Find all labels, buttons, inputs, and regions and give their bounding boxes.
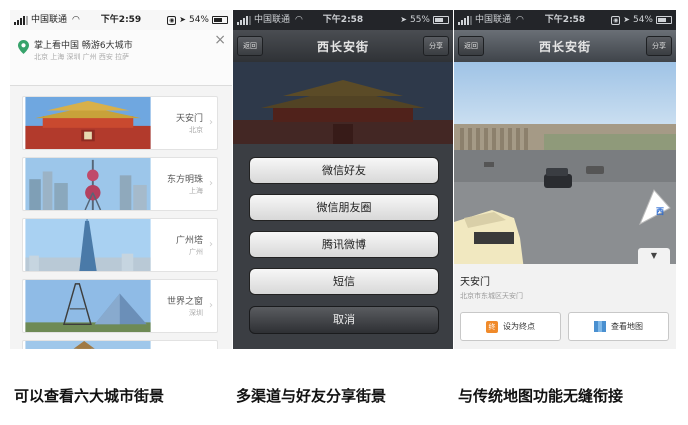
close-icon[interactable]: × xyxy=(214,32,226,48)
nav-title: 西长安街 xyxy=(538,39,591,54)
share-wechat-friends-button[interactable]: 微信好友 xyxy=(249,157,439,184)
compass-label: 西 xyxy=(656,207,664,216)
battery-icon xyxy=(656,16,672,24)
city-card-oriental-pearl[interactable]: 东方明珠 上海 › xyxy=(22,157,218,211)
compass-direction-icon[interactable]: 西 xyxy=(636,188,672,228)
caption-map-integration: 与传统地图功能无缝衔接 xyxy=(458,387,624,405)
set-endpoint-label: 设为终点 xyxy=(503,322,535,331)
carrier-label: 中国联通 xyxy=(254,15,291,25)
back-button[interactable]: 返回 xyxy=(458,36,484,56)
nav-bar: 返回 西长安街 分享 xyxy=(233,30,453,62)
signal-icon xyxy=(458,15,472,25)
share-button[interactable]: 分享 xyxy=(423,36,449,56)
set-endpoint-button[interactable]: 终 设为终点 xyxy=(460,312,561,341)
wifi-icon: ◠ xyxy=(516,15,524,25)
wifi-icon: ◠ xyxy=(72,15,80,25)
map-icon xyxy=(594,321,606,332)
nav-bar: 返回 西长安街 分享 xyxy=(454,30,676,62)
city-card-name: 世界之窗 xyxy=(166,297,203,307)
carrier-label: 中国联通 xyxy=(31,15,68,25)
signal-icon xyxy=(14,15,28,25)
window-of-world-thumbnail xyxy=(25,280,151,332)
share-wechat-moments-button[interactable]: 微信朋友圈 xyxy=(249,194,439,221)
caption-share-streetview: 多渠道与好友分享街景 xyxy=(236,387,387,405)
city-card-name: 广州塔 xyxy=(175,236,203,246)
cancel-button[interactable]: 取消 xyxy=(249,306,439,334)
chevron-right-icon: › xyxy=(209,117,213,128)
status-bar: 中国联通 ◠ 下午2:58 ➤ 55% xyxy=(233,10,453,30)
status-time: 下午2:58 xyxy=(322,15,364,25)
share-tencent-weibo-button[interactable]: 腾讯微博 xyxy=(249,231,439,258)
screen-record-icon: ◉ xyxy=(611,15,621,25)
endpoint-icon: 终 xyxy=(486,320,498,333)
city-thumbnail-partial xyxy=(25,341,151,349)
city-card-canton-tower[interactable]: 广州塔 广州 › xyxy=(22,218,218,272)
canton-tower-thumbnail xyxy=(25,219,151,271)
city-card-tiananmen[interactable]: 天安门 北京 › xyxy=(22,96,218,150)
battery-percent: 55% xyxy=(409,15,430,25)
location-icon: ➤ xyxy=(179,15,186,24)
location-icon: ➤ xyxy=(400,15,407,24)
header-title: 掌上看中国 畅游6大城市 xyxy=(34,41,133,51)
screen-record-icon: ◉ xyxy=(167,15,177,25)
city-card-city: 北京 xyxy=(189,126,203,134)
battery-icon xyxy=(433,16,449,24)
view-map-label: 查看地图 xyxy=(611,322,643,331)
status-bar: 中国联通 ◠ 下午2:58 ◉ ➤ 54% xyxy=(454,10,676,30)
battery-percent: 54% xyxy=(632,15,653,25)
carrier-label: 中国联通 xyxy=(475,15,512,25)
battery-percent: 54% xyxy=(188,15,209,25)
signal-icon xyxy=(237,15,251,25)
city-card-city: 深圳 xyxy=(189,309,203,317)
oriental-pearl-thumbnail xyxy=(25,158,151,210)
battery-icon xyxy=(212,16,228,24)
wifi-icon: ◠ xyxy=(295,15,303,25)
place-address: 北京市东城区天安门 xyxy=(460,292,523,300)
screen-share-sheet: 中国联通 ◠ 下午2:58 ➤ 55% 返回 西长安街 分享 微信好友 微信朋友… xyxy=(233,10,453,349)
chevron-right-icon: › xyxy=(209,239,213,250)
map-pin-icon xyxy=(18,40,29,54)
collapse-down-icon[interactable]: ▼ xyxy=(638,248,670,264)
street-view-panorama[interactable] xyxy=(454,62,676,270)
city-card-city: 广州 xyxy=(189,248,203,256)
city-card-name: 天安门 xyxy=(175,114,203,124)
city-card-name: 东方明珠 xyxy=(166,175,203,185)
back-button[interactable]: 返回 xyxy=(237,36,263,56)
location-icon: ➤ xyxy=(623,15,630,24)
tiananmen-thumbnail xyxy=(25,97,151,149)
chevron-right-icon: › xyxy=(209,178,213,189)
city-card-city: 上海 xyxy=(189,187,203,195)
nav-title: 西长安街 xyxy=(316,39,369,54)
status-bar: 中国联通 ◠ 下午2:59 ◉ ➤ 54% xyxy=(10,10,232,30)
screen-street-view: 中国联通 ◠ 下午2:58 ◉ ➤ 54% 返回 西长安街 分享 西 ▼ 天安门… xyxy=(454,10,676,349)
share-sms-button[interactable]: 短信 xyxy=(249,268,439,295)
city-card-window-of-world[interactable]: 世界之窗 深圳 › xyxy=(22,279,218,333)
place-info-panel: 天安门 北京市东城区天安门 终 设为终点 查看地图 xyxy=(454,264,676,349)
status-time: 下午2:59 xyxy=(100,15,142,25)
place-name: 天安门 xyxy=(460,277,490,288)
share-action-sheet: 微信好友 微信朋友圈 腾讯微博 短信 取消 xyxy=(233,144,453,349)
chevron-right-icon: › xyxy=(209,300,213,311)
caption-city-streetview: 可以查看六大城市街景 xyxy=(14,387,165,405)
screen-city-list: 中国联通 ◠ 下午2:59 ◉ ➤ 54% 掌上看中国 畅游6大城市 北京 上海… xyxy=(10,10,232,349)
view-map-button[interactable]: 查看地图 xyxy=(568,312,669,341)
header-subtitle: 北京 上海 深圳 广州 西安 拉萨 xyxy=(34,53,130,61)
share-button[interactable]: 分享 xyxy=(646,36,672,56)
status-time: 下午2:58 xyxy=(544,15,586,25)
street-view-image-dimmed xyxy=(233,62,453,144)
city-card-partial[interactable] xyxy=(22,340,218,349)
